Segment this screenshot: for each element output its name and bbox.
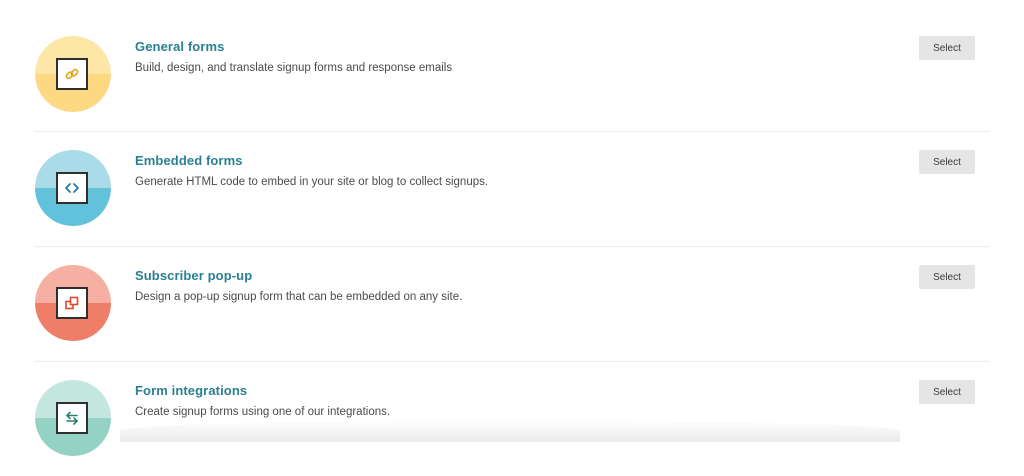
- select-embedded-forms-button[interactable]: Select: [919, 150, 975, 174]
- option-description: Design a pop-up signup form that can be …: [135, 291, 463, 303]
- link-icon: [56, 58, 88, 90]
- form-type-list: General forms Build, design, and transla…: [34, 0, 990, 476]
- option-description: Build, design, and translate signup form…: [135, 62, 453, 74]
- option-description: Create signup forms using one of our int…: [135, 406, 391, 418]
- subscriber-popup-badge: [35, 265, 111, 341]
- option-title[interactable]: General forms: [135, 39, 224, 54]
- option-title[interactable]: Embedded forms: [135, 153, 243, 168]
- select-general-forms-button[interactable]: Select: [919, 36, 975, 60]
- list-item-general-forms: General forms Build, design, and transla…: [34, 0, 990, 131]
- general-forms-badge: [35, 36, 111, 112]
- list-item-form-integrations: Form integrations Create signup forms us…: [34, 361, 990, 476]
- popup-icon: [56, 287, 88, 319]
- option-title[interactable]: Form integrations: [135, 383, 247, 398]
- option-title[interactable]: Subscriber pop-up: [135, 268, 252, 283]
- swap-arrows-icon: [56, 402, 88, 434]
- form-integrations-badge: [35, 380, 111, 456]
- select-form-integrations-button[interactable]: Select: [919, 380, 975, 404]
- code-icon: [56, 172, 88, 204]
- list-item-embedded-forms: Embedded forms Generate HTML code to emb…: [34, 131, 990, 246]
- embedded-forms-badge: [35, 150, 111, 226]
- list-item-subscriber-popup: Subscriber pop-up Design a pop-up signup…: [34, 246, 990, 361]
- bottom-scroll-shadow: [120, 420, 900, 442]
- select-subscriber-popup-button[interactable]: Select: [919, 265, 975, 289]
- option-description: Generate HTML code to embed in your site…: [135, 176, 489, 188]
